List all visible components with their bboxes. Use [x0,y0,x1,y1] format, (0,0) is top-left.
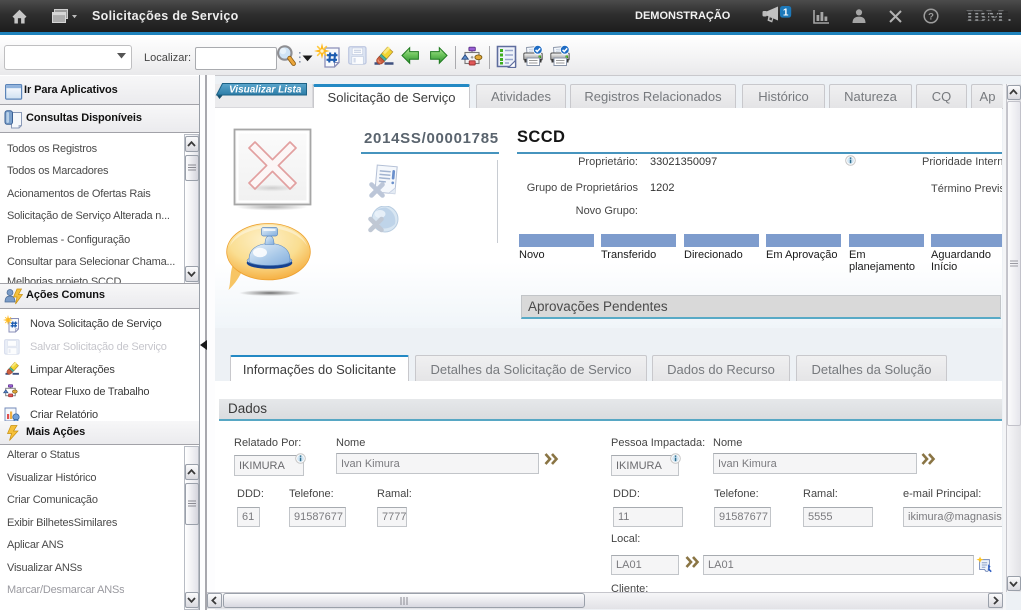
svg-text:1: 1 [783,7,789,18]
svg-text:?: ? [928,12,934,23]
svg-text:Visualizar Lista: Visualizar Lista [229,85,302,96]
svg-text:IBM: IBM [966,8,1004,25]
